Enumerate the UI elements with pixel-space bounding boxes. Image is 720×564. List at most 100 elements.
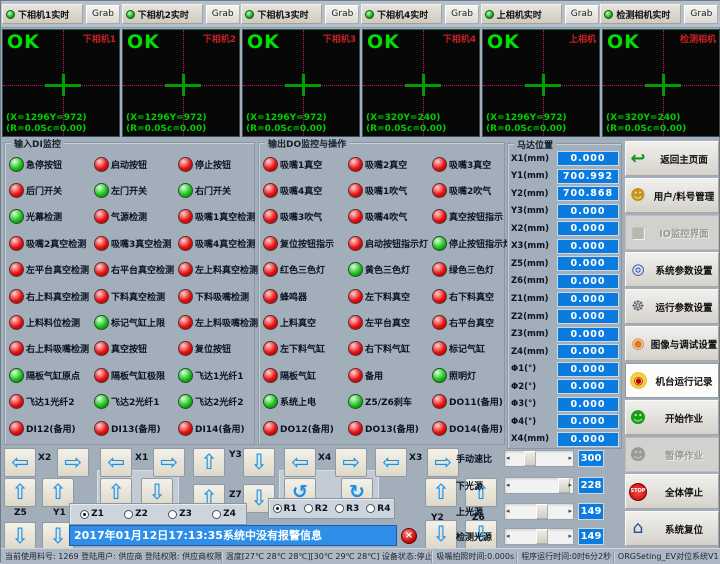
do-toggle[interactable]: 复位按钮指示 xyxy=(263,236,348,251)
jog-button[interactable]: ⇩ xyxy=(243,448,275,477)
r-axis-radio-option[interactable]: R4 xyxy=(366,504,390,514)
z-axis-radio-option[interactable]: Z2 xyxy=(124,509,148,519)
slider-thumb-icon[interactable] xyxy=(536,504,548,519)
jog-button[interactable]: ⇧ xyxy=(425,478,457,507)
nav-button[interactable]: STOP 全体停止 xyxy=(625,474,719,509)
light-slider[interactable] xyxy=(504,477,574,494)
do-toggle[interactable]: 红色三色灯 xyxy=(263,262,348,277)
r-axis-radio-option[interactable]: R3 xyxy=(335,504,359,514)
light-value: 228 xyxy=(578,477,604,494)
do-toggle-label: 启动按钮指示灯 xyxy=(365,237,428,250)
do-toggle[interactable]: 右下料气缸 xyxy=(348,341,432,356)
jog-button[interactable]: ⇨ xyxy=(427,448,459,477)
di-indicator-label: 吸嘴2真空检测 xyxy=(26,237,86,250)
do-toggle[interactable]: 右平台真空 xyxy=(432,315,512,330)
do-toggle-label: 隔板气缸 xyxy=(280,369,316,382)
jog-button[interactable]: ⇩ xyxy=(4,522,36,551)
grab-button[interactable]: Grab xyxy=(206,5,240,24)
grab-button[interactable]: Grab xyxy=(86,5,120,24)
do-toggle[interactable]: 备用 xyxy=(348,368,432,383)
jog-button[interactable]: ⇦ xyxy=(375,448,407,477)
led-icon xyxy=(178,209,193,224)
do-toggle[interactable]: 停止按钮指示灯 xyxy=(432,236,512,251)
z-axis-radio-option[interactable]: Z4 xyxy=(212,509,236,519)
do-toggle[interactable]: DO12(备用) xyxy=(263,421,348,436)
do-toggle[interactable]: 系统上电 xyxy=(263,394,348,409)
nav-button[interactable]: ☸ 运行参数设置 xyxy=(625,289,719,324)
nav-button[interactable]: ☻ 用户/料号管理 xyxy=(625,178,719,213)
do-toggle[interactable]: 蜂鸣器 xyxy=(263,289,348,304)
nav-button[interactable]: ◎ 系统参数设置 xyxy=(625,252,719,287)
slider-thumb-icon[interactable] xyxy=(536,529,548,544)
light-slider[interactable] xyxy=(504,503,574,520)
camera-live-button[interactable]: 下相机3实时 xyxy=(241,4,322,24)
do-toggle[interactable]: 上料真空 xyxy=(263,315,348,330)
do-toggle[interactable]: 吸嘴1真空 xyxy=(263,157,348,172)
do-toggle[interactable]: 吸嘴2吹气 xyxy=(432,183,512,198)
do-toggle[interactable]: 真空按钮指示 xyxy=(432,209,512,224)
camera-live-button[interactable]: 下相机1实时 xyxy=(2,4,83,24)
camera-live-button[interactable]: 上相机实时 xyxy=(481,4,562,24)
do-toggle[interactable]: 右下料真空 xyxy=(432,289,512,304)
do-toggle[interactable]: 左下料气缸 xyxy=(263,341,348,356)
do-toggle[interactable]: 左平台真空 xyxy=(348,315,432,330)
camera-control-bar: 下相机1实时 Grab 下相机2实时 Grab 下相机3实时 Grab xyxy=(1,1,720,28)
camera-live-button[interactable]: 检测相机实时 xyxy=(600,4,681,24)
do-toggle[interactable]: 吸嘴3吹气 xyxy=(263,209,348,224)
do-toggle[interactable]: 吸嘴1吹气 xyxy=(348,183,432,198)
motor-axis-value: 0.000 xyxy=(557,362,619,377)
do-toggle[interactable]: DO13(备用) xyxy=(348,421,432,436)
jog-button[interactable]: ⇦ xyxy=(284,448,316,477)
do-toggle[interactable]: 吸嘴3真空 xyxy=(432,157,512,172)
nav-button[interactable]: ↩ 返回主页面 xyxy=(625,141,719,176)
arrow-up-icon: ⇧ xyxy=(49,482,67,503)
do-toggle[interactable]: DO11(备用) xyxy=(432,394,512,409)
jog-button[interactable]: ⇨ xyxy=(57,448,89,477)
light-slider[interactable] xyxy=(504,528,574,545)
camera-live-button[interactable]: 下相机4实时 xyxy=(361,4,442,24)
nav-button[interactable]: ■ IO监控界面 xyxy=(625,215,719,250)
jog-button[interactable]: ⇧ xyxy=(193,448,225,477)
do-toggle[interactable]: 吸嘴4真空 xyxy=(263,183,348,198)
grab-button[interactable]: Grab xyxy=(445,5,479,24)
do-toggle[interactable]: 启动按钮指示灯 xyxy=(348,236,432,251)
jog-button[interactable]: ⇩ xyxy=(425,520,457,549)
jog-button[interactable]: ⇨ xyxy=(153,448,185,477)
motor-axis-row: Y2(mm) 700.868 xyxy=(511,185,619,203)
do-toggle[interactable]: 隔板气缸 xyxy=(263,368,348,383)
nav-button[interactable]: ◉ 机台运行记录 xyxy=(625,363,719,398)
jog-button[interactable]: ⇦ xyxy=(4,448,36,477)
slider-thumb-icon[interactable] xyxy=(524,451,536,466)
do-toggle[interactable]: 左下料真空 xyxy=(348,289,432,304)
do-toggle[interactable]: 标记气缸 xyxy=(432,341,512,356)
do-toggle[interactable]: 吸嘴4吹气 xyxy=(348,209,432,224)
grab-button[interactable]: Grab xyxy=(325,5,359,24)
nav-button[interactable]: ☻ 暂停作业 xyxy=(625,437,719,472)
jog-button[interactable]: ⇦ xyxy=(100,448,132,477)
alarm-close-button[interactable] xyxy=(401,528,417,544)
grab-button[interactable]: Grab xyxy=(565,5,599,24)
jog-button[interactable]: ⇨ xyxy=(335,448,367,477)
slider-thumb-icon[interactable] xyxy=(558,478,570,493)
r-axis-selector: R1 R2 R3 R4 xyxy=(268,498,395,519)
z-axis-radio-option[interactable]: Z1 xyxy=(80,509,104,519)
do-toggle[interactable]: Z5/Z6刹车 xyxy=(348,394,432,409)
jog-button[interactable]: ⇧ xyxy=(4,478,36,507)
status-segment: 温度[27℃ 28℃ 28℃][30℃ 29℃ 28℃] 设备状态:停止 xyxy=(222,551,433,563)
r-axis-radio-option[interactable]: R2 xyxy=(304,504,328,514)
nav-button[interactable]: ◉ 图像与调试设置 xyxy=(625,326,719,361)
do-toggle[interactable]: 照明灯 xyxy=(432,368,512,383)
do-toggle[interactable]: 黄色三色灯 xyxy=(348,262,432,277)
z-axis-radio-option[interactable]: Z3 xyxy=(168,509,192,519)
camera-live-button[interactable]: 下相机2实时 xyxy=(122,4,203,24)
nav-button[interactable]: ⌂ 系统复位 xyxy=(625,511,719,546)
light-slider[interactable] xyxy=(504,450,574,467)
nav-button-label: 暂停作业 xyxy=(650,448,718,462)
nav-button[interactable]: ☻ 开始作业 xyxy=(625,400,719,435)
camera-name-label: 下相机4 xyxy=(443,32,476,45)
do-toggle[interactable]: 绿色三色灯 xyxy=(432,262,512,277)
do-toggle[interactable]: DO14(备用) xyxy=(432,421,512,436)
grab-button[interactable]: Grab xyxy=(684,5,718,24)
do-toggle[interactable]: 吸嘴2真空 xyxy=(348,157,432,172)
r-axis-radio-option[interactable]: R1 xyxy=(273,504,297,514)
